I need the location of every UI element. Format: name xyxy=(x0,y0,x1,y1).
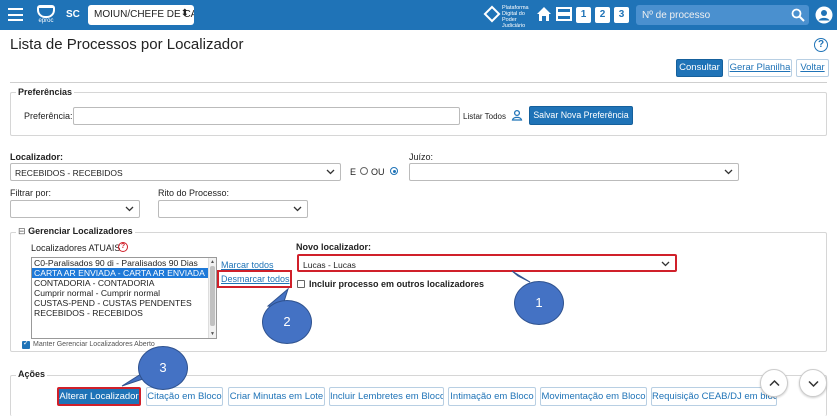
pdpj-logo: Plataforma Digital do Poder Judiciário xyxy=(483,5,533,29)
manter-aberto-label: Manter Gerenciar Localizadores Aberto xyxy=(33,341,155,348)
home-icon[interactable] xyxy=(536,6,552,22)
preferencia-input[interactable] xyxy=(73,107,460,125)
callout-2: 2 xyxy=(262,300,312,344)
profile-select[interactable]: MOIUN/CHEFE DE CA ⬍ xyxy=(88,5,194,25)
chevron-down-icon xyxy=(125,206,134,212)
novo-localizador-label: Novo localizador: xyxy=(296,242,372,252)
user-list-icon[interactable] xyxy=(511,109,523,121)
ou-label: OU xyxy=(371,167,385,177)
rito-select[interactable] xyxy=(158,200,308,218)
updown-icon: ⬍ xyxy=(180,8,189,19)
chevron-down-icon xyxy=(661,261,670,267)
list-item[interactable]: RECEBIDOS - RECEBIDOS xyxy=(32,308,208,318)
list-item[interactable]: Cumprir normal - Cumprir normal xyxy=(32,288,208,298)
gerar-planilha-button[interactable]: Gerar Planilha xyxy=(728,59,792,77)
list-item[interactable]: CUSTAS-PEND - CUSTAS PENDENTES xyxy=(32,298,208,308)
ou-radio[interactable] xyxy=(390,167,398,175)
menu-icon[interactable] xyxy=(8,8,23,21)
e-label: E xyxy=(350,167,357,177)
novo-localizador-select[interactable]: Lucas - Lucas xyxy=(297,254,677,272)
user-icon[interactable] xyxy=(815,6,833,24)
chevron-up-icon xyxy=(769,379,780,387)
quick-button-3[interactable]: 3 xyxy=(614,7,629,23)
incluir-checkbox[interactable] xyxy=(297,280,305,288)
localizador-label: Localizador: xyxy=(10,152,64,162)
requisicao-ceab-button[interactable]: Requisição CEAB/DJ em bloco xyxy=(651,387,777,406)
scroll-down-button[interactable] xyxy=(799,369,827,397)
page-title: Lista de Processos por Localizador xyxy=(10,36,244,53)
intimacao-bloco-button[interactable]: Intimação em Bloco xyxy=(448,387,536,406)
list-item[interactable]: C0-Paralisados 90 di - Paralisados 90 Di… xyxy=(32,258,208,268)
manter-aberto-checkbox[interactable] xyxy=(22,339,30,349)
localizadores-atuais-list[interactable]: C0-Paralisados 90 di - Paralisados 90 Di… xyxy=(31,257,217,339)
criar-minutas-button[interactable]: Criar Minutas em Lote xyxy=(228,387,325,406)
help-icon[interactable]: ? xyxy=(118,242,128,252)
list-scrollbar[interactable]: ▲ ▼ xyxy=(208,258,216,338)
callout-1: 1 xyxy=(514,281,564,325)
scroll-up-button[interactable] xyxy=(760,369,788,397)
localizador-select[interactable]: RECEBIDOS - RECEBIDOS xyxy=(10,163,341,181)
process-search-input[interactable] xyxy=(636,5,786,25)
desmarcar-todos-link[interactable]: Desmarcar todos xyxy=(221,274,290,284)
list-item[interactable]: CONTADORIA - CONTADORIA xyxy=(32,278,208,288)
panel-icon[interactable] xyxy=(556,6,572,22)
collapse-icon[interactable]: ⊟ xyxy=(18,226,26,236)
divider xyxy=(10,82,827,83)
alterar-localizador-button[interactable]: Alterar Localizador xyxy=(57,387,141,406)
citacao-bloco-button[interactable]: Citação em Bloco xyxy=(146,387,223,406)
help-icon[interactable]: ? xyxy=(814,38,828,52)
rito-label: Rito do Processo: xyxy=(158,188,230,198)
incluir-lembretes-button[interactable]: Incluir Lembretes em Bloco xyxy=(329,387,444,406)
top-navbar: eproc SC MOIUN/CHEFE DE CA ⬍ Plataforma D… xyxy=(0,0,837,30)
juizo-label: Juízo: xyxy=(409,152,434,162)
uf-label: SC xyxy=(66,9,80,20)
voltar-button[interactable]: Voltar xyxy=(796,59,829,77)
listar-todos-label[interactable]: Listar Todos xyxy=(463,112,506,121)
consultar-button[interactable]: Consultar xyxy=(676,59,723,77)
gerenciar-legend[interactable]: ⊟ Gerenciar Localizadores xyxy=(16,226,135,237)
eproc-logo[interactable]: eproc xyxy=(34,5,58,27)
process-search xyxy=(636,5,809,25)
preferencia-label: Preferência: xyxy=(24,111,73,121)
search-icon[interactable] xyxy=(791,8,805,22)
acoes-legend: Ações xyxy=(16,369,48,379)
quick-button-2[interactable]: 2 xyxy=(595,7,610,23)
juizo-select[interactable] xyxy=(409,163,739,181)
atuais-label: Localizadores ATUAIS xyxy=(31,243,121,253)
salvar-preferencia-button[interactable]: Salvar Nova Preferência xyxy=(529,106,633,125)
marcar-todos-link[interactable]: Marcar todos xyxy=(221,260,274,270)
e-radio[interactable] xyxy=(360,167,368,175)
preferencias-legend: Preferências xyxy=(16,87,75,97)
filtrar-label: Filtrar por: xyxy=(10,188,52,198)
chevron-down-icon xyxy=(293,206,302,212)
movimentacao-bloco-button[interactable]: Movimentação em Bloco xyxy=(540,387,647,406)
filtrar-select[interactable] xyxy=(10,200,140,218)
callout-3: 3 xyxy=(138,346,188,390)
quick-button-1[interactable]: 1 xyxy=(576,7,591,23)
chevron-down-icon xyxy=(326,169,335,175)
incluir-label: Incluir processo em outros localizadores xyxy=(309,279,485,289)
list-item[interactable]: CARTA AR ENVIADA - CARTA AR ENVIADA xyxy=(32,268,208,278)
chevron-down-icon xyxy=(808,380,819,388)
chevron-down-icon xyxy=(724,169,733,175)
